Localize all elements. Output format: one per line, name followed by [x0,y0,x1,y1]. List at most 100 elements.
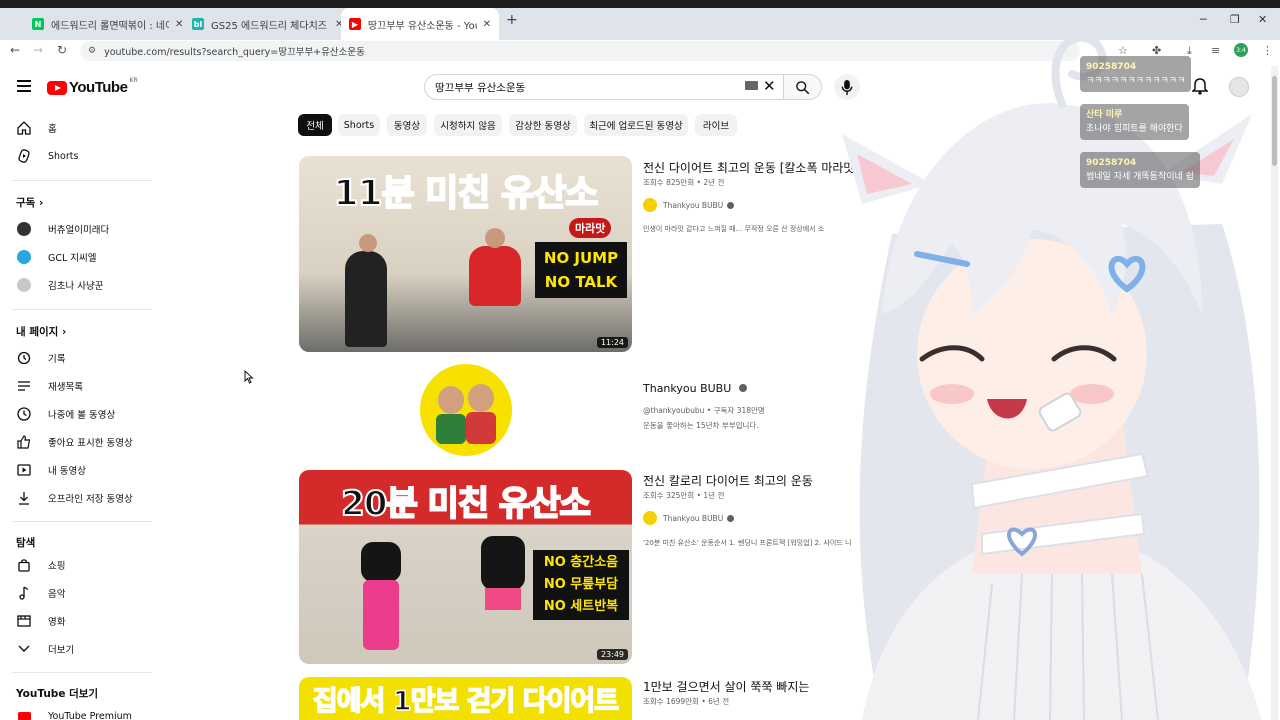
sidebar-item-my-videos[interactable]: 내 동영상 [0,456,150,484]
sidebar-item-channel-2[interactable]: GCL 지씨엘 [0,243,150,271]
video-thumbnail[interactable]: 20분 미친 유산소 NO 층간소음 NO 무릎부담 NO 세트반복 23:49 [299,470,632,664]
film-icon [17,614,31,628]
scrollbar-thumb[interactable] [1272,76,1277,166]
avatar-face-right [468,384,494,412]
sidebar-item-label: 영화 [48,617,66,628]
sidebar-item-label: 김초나 사냥꾼 [48,281,104,292]
sidebar-item-label: 나중에 볼 동영상 [48,410,116,421]
sidebar-item-label: 오프라인 저장 동영상 [48,494,133,505]
thumbnail-figure [481,536,525,590]
video-icon [17,463,31,477]
sidebar-item-watch-later[interactable]: 나중에 볼 동영상 [0,400,150,428]
youtube-logo[interactable]: YouTube KR [47,77,138,96]
avatar-face-left [438,386,464,414]
channel-name: Thankyou BUBU [643,382,732,395]
chip-live[interactable]: 라이브 [695,114,737,136]
search-input[interactable]: 땅끄부부 유산소운동 [424,74,784,100]
sidebar-item-shopping[interactable]: 쇼핑 [0,551,150,579]
video-title-link[interactable]: 1만보 걸으면서 살이 쭉쭉 빠지는 [643,678,809,695]
thumbnail-title-text: 11분 미친 유산소 [333,172,600,215]
guide-menu-icon[interactable] [17,80,31,92]
chip-unwatched[interactable]: 시청하지 않음 [434,114,502,136]
back-arrow-icon[interactable]: ← [10,43,20,57]
thumbnail-overlay-box: NO JUMP NO TALK [535,242,627,298]
avatar-body-left [436,414,466,444]
sidebar-item-home[interactable]: 홈 [0,114,150,142]
verified-badge-icon [727,201,735,209]
browser-tab-1[interactable]: N 에드워드리 롤면떡볶이 : 네이버 ✕ [24,8,191,40]
sidebar-item-music[interactable]: 음악 [0,579,150,607]
sidebar-item-downloads[interactable]: 오프라인 저장 동영상 [0,484,150,512]
sidebar-item-label: 내 동영상 [48,466,86,477]
video-description-snippet: '20분 미친 유산소' 운동순서 1. 밴딩니 프론트잭 [워밍업] 2. 사… [643,539,852,547]
subscriptions-heading-text: 구독 [16,197,36,209]
thumbnail-title-text: 집에서 1만보 걷기 다이어트 [312,685,620,718]
video-thumbnail[interactable]: 11분 미친 유산소 마라맛 NO JUMP NO TALK 11:24 [299,156,632,352]
history-icon [17,351,31,365]
youtube-play-icon [47,80,67,95]
sidebar-item-label: YouTube Premium [48,710,132,720]
sidebar-item-channel-3[interactable]: 김초나 사냥꾼 [0,271,150,299]
channel-name-link[interactable]: Thankyou BUBU [643,382,747,395]
reload-icon[interactable]: ↻ [57,43,67,57]
sidebar-divider [12,309,152,310]
browser-tab-2[interactable]: bl GS25 에드워드리 체다치즈 롤 ✕ [184,8,351,40]
thumbnail-figure [469,246,521,306]
chat-message: 산타 미루 초나야 힘피트를 해야한다 [1080,104,1189,140]
sidebar-item-label: 홈 [48,124,57,135]
close-icon[interactable]: ✕ [175,19,183,30]
video-thumbnail[interactable]: 집에서 1만보 걷기 다이어트 [299,677,632,720]
sidebar-item-shorts[interactable]: Shorts [0,142,150,170]
thumbnail-figure-head [485,228,505,248]
sidebar-item-show-more[interactable]: 더보기 [0,635,150,663]
chevron-right-icon: › [61,326,67,338]
page-scrollbar[interactable] [1271,66,1278,720]
channel-avatar-large[interactable] [420,364,512,456]
sidebar-item-label: 버츄얼이미래다 [48,225,110,236]
video-duration: 11:24 [596,337,628,348]
video-description-snippet: 인생이 마라맛 같다고 느껴질 때... 무작정 오른 산 정상에서 소 [643,225,825,233]
close-icon[interactable]: ✕ [483,19,491,30]
verified-badge-icon [727,514,735,522]
channel-avatar [643,198,657,212]
clear-search-icon[interactable]: ✕ [763,77,776,95]
sidebar-item-label: GCL 지씨엘 [48,253,97,264]
avatar-body-right [466,412,496,444]
sidebar-item-history[interactable]: 기록 [0,344,150,372]
logo-region: KR [129,77,138,84]
channel-avatar [643,511,657,525]
browser-tab-3-active[interactable]: ▶ 땅끄부부 유산소운동 - YouTube ✕ [341,8,499,40]
channel-avatar [17,222,31,236]
subscriptions-heading[interactable]: 구독 › [16,195,43,210]
keyboard-icon[interactable] [745,81,758,90]
you-heading[interactable]: 내 페이지 › [16,324,66,339]
new-tab-plus-icon[interactable]: + [506,12,518,28]
site-info-icon[interactable]: ⚙ [88,46,96,56]
chip-shorts[interactable]: Shorts [338,114,380,136]
thumbnail-overlay-line: NO JUMP [543,249,619,267]
sidebar-item-channel-1[interactable]: 버츄얼이미래다 [0,215,150,243]
search-button[interactable] [784,74,822,100]
sidebar-item-label: 음악 [48,589,66,600]
sidebar-item-youtube-premium[interactable]: YouTube Premium [0,702,150,720]
chip-videos[interactable]: 동영상 [387,114,427,136]
channel-link[interactable]: Thankyou BUBU [643,198,735,212]
chip-watched[interactable]: 감상한 동영상 [509,114,577,136]
search-icon [796,80,810,94]
sidebar-item-label: 좋아요 표시한 동영상 [48,438,133,449]
chip-recently-uploaded[interactable]: 최근에 업로드된 동영상 [584,114,688,136]
sidebar-item-liked-videos[interactable]: 좋아요 표시한 동영상 [0,428,150,456]
thumbnail-title-text: 20분 미친 유산소 [340,483,592,525]
you-heading-text: 내 페이지 [16,326,59,338]
forward-arrow-icon[interactable]: → [33,43,43,57]
sidebar-item-label: 쇼핑 [48,561,66,572]
sidebar-item-playlists[interactable]: 재생목록 [0,372,150,400]
sidebar-item-movies[interactable]: 영화 [0,607,150,635]
video-duration: 23:49 [596,649,628,660]
chat-author: 산타 미루 [1086,110,1123,120]
blog-favicon-icon: bl [192,18,204,30]
video-title-link[interactable]: 전신 칼로리 다이어트 최고의 운동 [643,472,813,489]
channel-link[interactable]: Thankyou BUBU [643,511,735,525]
thumbnail-overlay-line: NO TALK [544,273,618,291]
chip-all[interactable]: 전체 [298,114,332,136]
